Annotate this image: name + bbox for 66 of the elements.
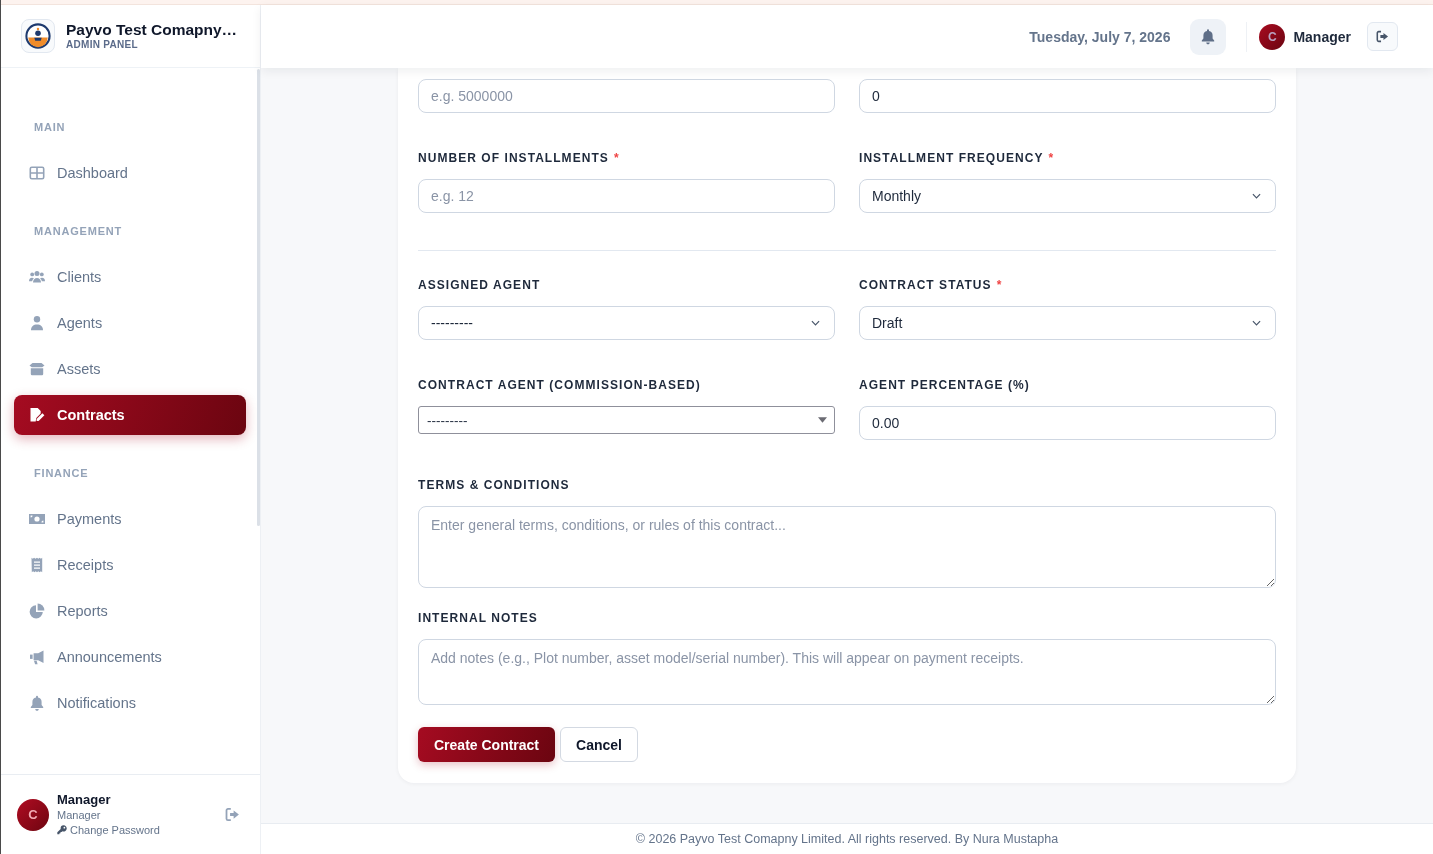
box-icon <box>29 361 45 377</box>
notifications-button[interactable] <box>1190 18 1227 55</box>
field-label: NUMBER OF INSTALLMENTS <box>418 150 609 166</box>
submit-button[interactable]: Create Contract <box>418 727 556 762</box>
change-password-link[interactable]: Change Password <box>57 822 160 838</box>
grid-icon <box>29 165 45 181</box>
copyright-text: © 2026 Payvo Test Comapny Limited. All rights reserved. By Nura Mustapha <box>635 832 1059 846</box>
cancel-button[interactable]: Cancel <box>560 727 638 762</box>
bell-icon <box>29 695 45 711</box>
company-logo <box>21 19 55 53</box>
user-avatar: C <box>17 798 49 831</box>
field-label: ASSIGNED AGENT <box>418 277 541 293</box>
input-field[interactable]: e.g. 5000000 <box>418 79 835 113</box>
current-date: Tuesday, July 7, 2026 <box>1029 28 1171 45</box>
sidebar-nav-item[interactable]: Dashboard <box>14 153 246 193</box>
megaphone-icon <box>29 649 45 665</box>
field-label: INTERNAL NOTES <box>418 610 538 626</box>
sidebar-nav-item[interactable]: Notifications <box>14 683 246 723</box>
required-asterisk: * <box>1048 150 1054 166</box>
document-pen-icon <box>29 407 45 423</box>
pie-chart-icon <box>29 603 45 619</box>
textarea-field[interactable]: Enter general terms, conditions, or rules of this contract... <box>418 506 1276 588</box>
dropdown-select[interactable]: --------- <box>418 406 835 434</box>
sidebar-nav-item[interactable]: Payments <box>14 499 246 539</box>
company-name: Payvo Test Comapny… <box>66 21 238 39</box>
field-label: AGENT PERCENTAGE (%) <box>859 377 1030 393</box>
field-label: CONTRACT STATUS <box>859 277 992 293</box>
chevron-down-icon <box>811 320 820 326</box>
user-name: Manager <box>57 791 111 808</box>
chevron-down-icon <box>1252 193 1261 199</box>
caret-down-icon <box>818 417 827 423</box>
receipt-icon <box>29 557 45 573</box>
sidebar-nav-item[interactable]: Clients <box>14 257 246 297</box>
required-asterisk: * <box>613 150 619 166</box>
nav-section-heading: MANAGEMENT <box>33 224 123 238</box>
sidebar-nav-item[interactable]: Contracts <box>14 395 246 435</box>
input-field[interactable]: e.g. 12 <box>418 179 835 213</box>
textarea-field[interactable]: Add notes (e.g., Plot number, asset model/serial number). This will appear on payment receipts. <box>418 639 1276 705</box>
sidebar-nav-item[interactable]: Agents <box>14 303 246 343</box>
panel-subtitle: ADMIN PANEL <box>66 39 139 51</box>
sidebar-nav-item[interactable]: Announcements <box>14 637 246 677</box>
field-label: INSTALLMENT FREQUENCY <box>859 150 1044 166</box>
user-avatar[interactable]: C <box>1259 23 1286 50</box>
chevron-down-icon <box>1252 320 1261 326</box>
user-role: Manager <box>57 807 101 823</box>
person-icon <box>29 315 45 331</box>
users-icon <box>29 269 45 285</box>
key-icon <box>57 825 67 835</box>
nav-section-heading: FINANCE <box>33 466 89 480</box>
sidebar-nav-item[interactable]: Reports <box>14 591 246 631</box>
user-name[interactable]: Manager <box>1293 28 1351 45</box>
dropdown-select[interactable]: Draft <box>859 306 1276 340</box>
input-field[interactable]: 0.00 <box>859 406 1276 440</box>
dropdown-select[interactable]: --------- <box>418 306 835 340</box>
required-asterisk: * <box>996 277 1002 293</box>
nav-section-heading: MAIN <box>33 120 66 134</box>
logout-button[interactable] <box>1367 22 1398 51</box>
field-label: CONTRACT AGENT (COMMISSION-BASED) <box>418 377 701 393</box>
dropdown-select[interactable]: Monthly <box>859 179 1276 213</box>
sidebar-nav-item[interactable]: Assets <box>14 349 246 389</box>
money-bill-icon <box>29 511 45 527</box>
logout-icon[interactable] <box>1376 30 1389 43</box>
bell-icon <box>1200 28 1217 45</box>
field-label: TERMS & CONDITIONS <box>418 477 570 493</box>
input-field[interactable]: 0 <box>859 79 1276 113</box>
sidebar-nav-item[interactable]: Receipts <box>14 545 246 585</box>
